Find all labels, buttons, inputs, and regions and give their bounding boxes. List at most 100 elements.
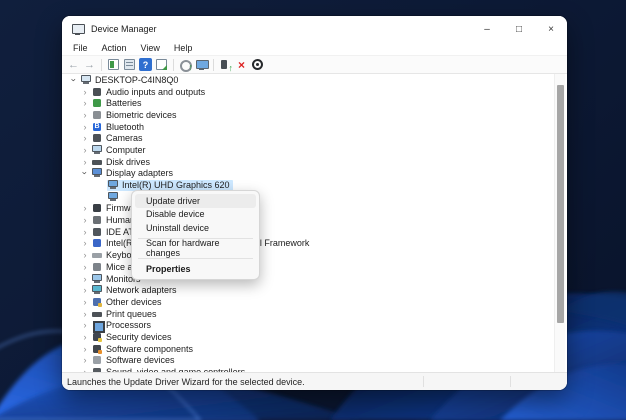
toolbar-separator: [173, 59, 174, 71]
bluetooth-icon: [92, 122, 102, 132]
context-menu-item-scan-for-hardware-changes[interactable]: Scan for hardware changes: [135, 242, 256, 256]
tree-item-bluetooth[interactable]: ›Bluetooth: [62, 121, 553, 133]
chevron-collapsed-icon[interactable]: ›: [79, 309, 91, 319]
chevron-collapsed-icon[interactable]: ›: [79, 250, 91, 260]
console-tree-icon[interactable]: [107, 58, 120, 71]
enable-device-icon[interactable]: [219, 58, 232, 71]
tree-item-content: Display adapters: [91, 168, 176, 179]
chevron-collapsed-icon[interactable]: ›: [79, 203, 91, 213]
context-menu: Update driverDisable deviceUninstall dev…: [131, 190, 260, 280]
chevron-collapsed-icon[interactable]: ›: [79, 285, 91, 295]
chevron-collapsed-icon[interactable]: ›: [79, 320, 91, 330]
update-driver-icon[interactable]: [179, 58, 192, 71]
tree-item-content: [107, 191, 125, 202]
uninstall-icon[interactable]: [235, 58, 248, 71]
intel-framework-icon: [92, 238, 102, 248]
menu-action[interactable]: Action: [95, 42, 134, 55]
chevron-collapsed-icon[interactable]: ›: [79, 332, 91, 342]
biometric-icon: [92, 110, 102, 120]
vertical-scrollbar[interactable]: [554, 74, 565, 372]
tree-item-label: Software devices: [106, 355, 175, 365]
chevron-collapsed-icon[interactable]: ›: [79, 145, 91, 155]
chevron-collapsed-icon[interactable]: ›: [79, 297, 91, 307]
tree-item-content: Bluetooth: [91, 121, 147, 132]
context-menu-item-properties[interactable]: Properties: [135, 262, 256, 276]
tree-item-label: Software components: [106, 344, 193, 354]
tree-item-network-adapters[interactable]: › Network adapters: [62, 284, 553, 296]
tree-item-audio-inputs-and-outputs[interactable]: › Audio inputs and outputs: [62, 86, 553, 98]
tree-item-software-components[interactable]: › Software components: [62, 343, 553, 355]
status-text: Launches the Update Driver Wizard for th…: [67, 377, 305, 387]
chevron-collapsed-icon[interactable]: ›: [79, 98, 91, 108]
chevron-collapsed-icon[interactable]: ›: [79, 355, 91, 365]
tree-item-label: Processors: [106, 320, 151, 330]
close-button[interactable]: ×: [535, 16, 567, 42]
tree-item-security-devices[interactable]: › Security devices: [62, 331, 553, 343]
scan-hardware-icon[interactable]: [251, 58, 264, 71]
chevron-collapsed-icon[interactable]: ›: [79, 227, 91, 237]
tree-item-display-adapters[interactable]: › Display adapters: [62, 168, 553, 180]
chevron-collapsed-icon[interactable]: ›: [79, 122, 91, 132]
context-menu-item-disable-device[interactable]: Disable device: [135, 208, 256, 222]
export-list-icon[interactable]: [155, 58, 168, 71]
menu-file[interactable]: File: [66, 42, 95, 55]
processor-icon: [92, 320, 102, 330]
chevron-collapsed-icon[interactable]: ›: [79, 344, 91, 354]
tree-item-disk-drives[interactable]: ›Disk drives: [62, 156, 553, 168]
help-icon[interactable]: [139, 58, 152, 71]
menu-view[interactable]: View: [134, 42, 167, 55]
maximize-button[interactable]: □: [503, 16, 535, 42]
tree-item-computer[interactable]: ›Computer: [62, 144, 553, 156]
tree-item-label: Security devices: [106, 332, 172, 342]
toolbar-separator: [101, 59, 102, 71]
tree-item-label: Display adapters: [106, 168, 173, 178]
battery-icon: [92, 98, 102, 108]
tree-item-label: Batteries: [106, 98, 142, 108]
chevron-expanded-icon[interactable]: ›: [80, 167, 90, 179]
device-manager-app-icon: [72, 23, 84, 35]
chevron-collapsed-icon[interactable]: ›: [79, 110, 91, 120]
chevron-expanded-icon[interactable]: ›: [69, 74, 79, 86]
chevron-collapsed-icon[interactable]: ›: [79, 87, 91, 97]
computer-icon: [92, 145, 102, 155]
context-menu-item-update-driver[interactable]: Update driver: [135, 194, 256, 208]
scrollbar-thumb[interactable]: [557, 85, 564, 323]
printer-icon: [92, 309, 102, 319]
tree-item-biometric-devices[interactable]: ›Biometric devices: [62, 109, 553, 121]
chevron-collapsed-icon[interactable]: ›: [79, 133, 91, 143]
chevron-collapsed-icon[interactable]: ›: [79, 215, 91, 225]
desktop-wallpaper: Device Manager – □ × FileActionViewHelp …: [0, 0, 626, 420]
back-icon[interactable]: [67, 58, 80, 71]
tree-item-label: Cameras: [106, 133, 143, 143]
tree-item-cameras[interactable]: › Cameras: [62, 132, 553, 144]
forward-icon[interactable]: [83, 58, 96, 71]
chevron-collapsed-icon[interactable]: ›: [79, 157, 91, 167]
tree-item-batteries[interactable]: › Batteries: [62, 97, 553, 109]
monitors-icon: [92, 274, 102, 284]
computer-screen-icon[interactable]: [195, 58, 208, 71]
context-menu-item-uninstall-device[interactable]: Uninstall device: [135, 221, 256, 235]
tree-item-label: Network adapters: [106, 285, 177, 295]
properties-icon[interactable]: [123, 58, 136, 71]
software-components-icon: [92, 344, 102, 354]
tree-item-label: Audio inputs and outputs: [106, 87, 205, 97]
menu-help[interactable]: Help: [167, 42, 200, 55]
chevron-collapsed-icon[interactable]: ›: [79, 238, 91, 248]
chevron-collapsed-icon[interactable]: ›: [79, 274, 91, 284]
tree-item-desktop-c4in8q0[interactable]: ›DESKTOP-C4IN8Q0: [62, 74, 553, 86]
tree-item-print-queues[interactable]: ›Print queues: [62, 308, 553, 320]
keyboard-icon: [92, 250, 102, 260]
statusbar-divider: [423, 376, 424, 387]
tree-item-other-devices[interactable]: ›Other devices: [62, 296, 553, 308]
tree-item-processors[interactable]: › Processors: [62, 319, 553, 331]
tree-item-software-devices[interactable]: › Software devices: [62, 355, 553, 367]
minimize-button[interactable]: –: [471, 16, 503, 42]
tree-item-content: Computer: [91, 144, 149, 155]
tree-item-content: Cameras: [91, 133, 146, 144]
desktop-computer-icon: [81, 75, 91, 85]
chevron-collapsed-icon[interactable]: ›: [79, 262, 91, 272]
network-adapters-icon: [92, 285, 102, 295]
window-title: Device Manager: [91, 24, 157, 34]
ide-icon: [92, 227, 102, 237]
tree-item-content: Software components: [91, 343, 196, 354]
